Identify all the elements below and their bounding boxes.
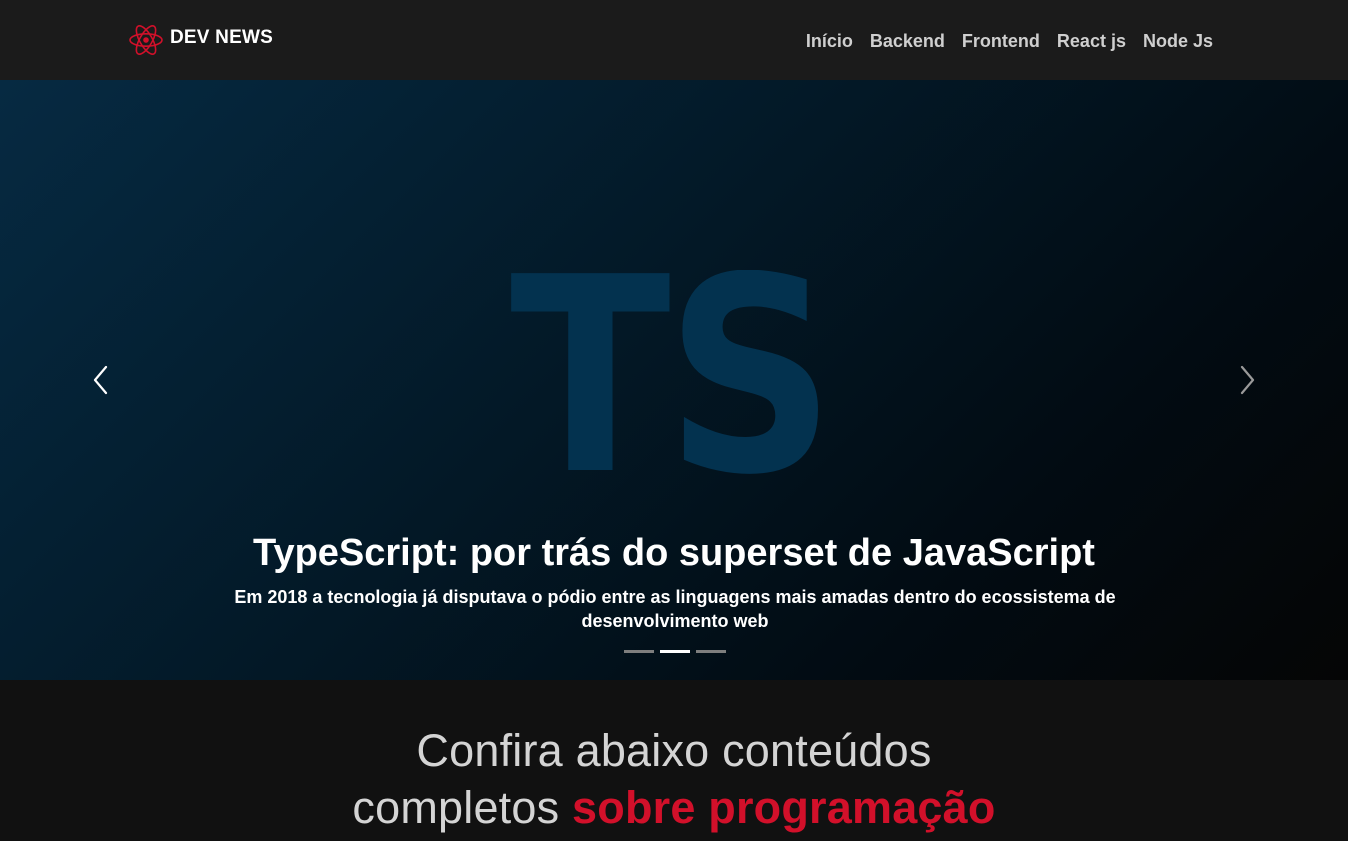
carousel-next-button[interactable]: [1227, 360, 1267, 400]
content-section: Confira abaixo conteúdos completos sobre…: [0, 680, 1348, 841]
section-heading-line1: Confira abaixo conteúdos: [416, 725, 932, 776]
nav-item-react-js[interactable]: React js: [1057, 29, 1126, 53]
brand-name: DEV NEWS: [170, 27, 273, 48]
carousel-prev-button[interactable]: [81, 360, 121, 400]
carousel-indicator-2[interactable]: [660, 650, 690, 653]
typescript-logo-image: TS: [510, 270, 836, 485]
nav-item-node-js[interactable]: Node Js: [1143, 29, 1213, 53]
nav-item-backend[interactable]: Backend: [870, 29, 945, 53]
navbar: DEV NEWS Início Backend Frontend React j…: [0, 0, 1348, 80]
nav-item-frontend[interactable]: Frontend: [962, 29, 1040, 53]
react-atom-icon: [129, 25, 163, 55]
carousel-indicator-1[interactable]: [624, 650, 654, 653]
carousel-indicators: [624, 650, 726, 653]
slide-title[interactable]: TypeScript: por trás do superset de Java…: [0, 530, 1348, 576]
nav-links: Início Backend Frontend React js Node Js: [806, 29, 1213, 53]
hero-carousel: TS TypeScript: por trás do superset de J…: [0, 80, 1348, 680]
brand-link[interactable]: DEV NEWS: [128, 22, 273, 58]
slide-description: Em 2018 a tecnologia já disputava o pódi…: [234, 587, 1116, 631]
typescript-logo-text: TS: [510, 270, 830, 485]
carousel-indicator-3[interactable]: [696, 650, 726, 653]
chevron-right-icon: [1240, 365, 1255, 395]
section-heading-line2: completos: [352, 782, 573, 833]
section-heading-accent: sobre programação: [572, 782, 996, 833]
section-heading: Confira abaixo conteúdos completos sobre…: [0, 722, 1348, 836]
chevron-left-icon: [93, 365, 108, 395]
nav-item-inicio[interactable]: Início: [806, 29, 853, 53]
